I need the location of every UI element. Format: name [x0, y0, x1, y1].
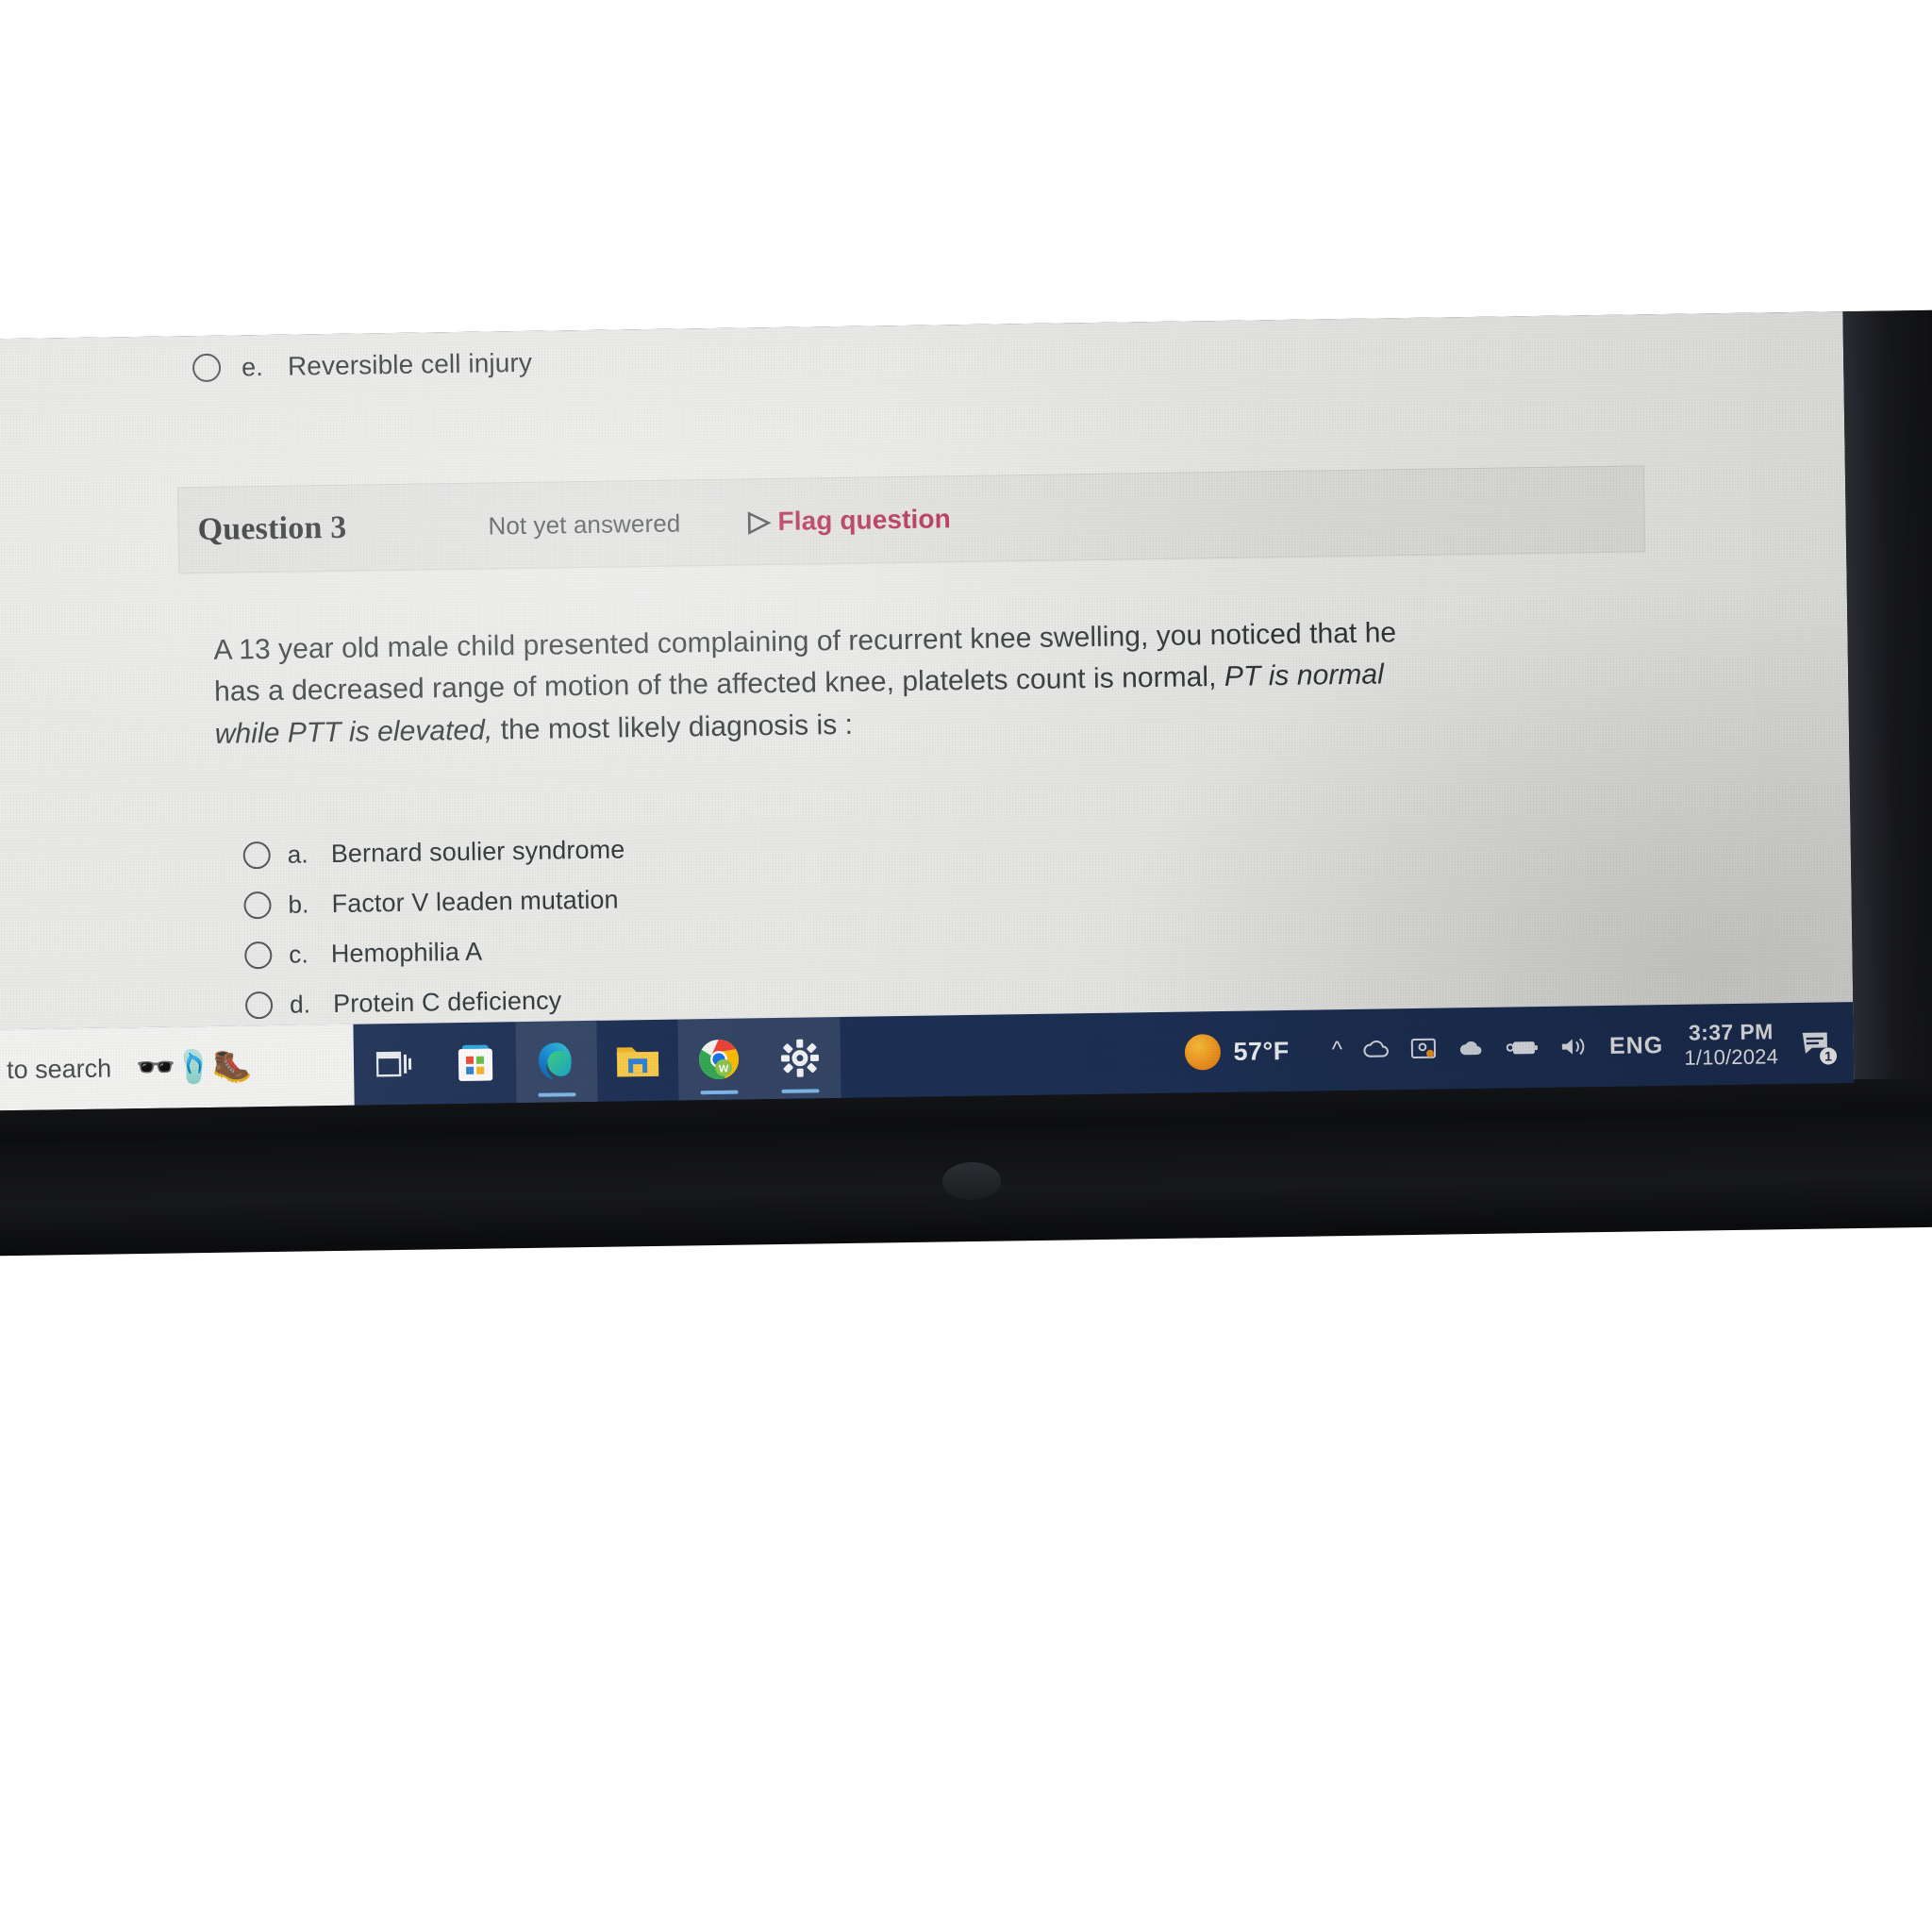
- system-tray: 57°F ^ ENG 3:37 PM 1/10/2024 1: [1184, 1002, 1855, 1093]
- weather-temperature: 57°F: [1233, 1036, 1291, 1066]
- hp-logo: [941, 1161, 1002, 1201]
- option-letter: d.: [289, 990, 311, 1019]
- option-text: Bernard soulier syndrome: [330, 835, 625, 869]
- option-letter: c.: [289, 940, 309, 969]
- radio-unchecked-icon[interactable]: [243, 891, 272, 920]
- question-3-flag-button[interactable]: ▷ Flag question: [748, 504, 951, 537]
- file-explorer-icon: [616, 1047, 659, 1077]
- google-chrome-icon: W: [698, 1039, 740, 1080]
- option-letter: b.: [288, 890, 309, 919]
- taskbar-active-indicator: [781, 1089, 820, 1093]
- radio-unchecked-icon[interactable]: [244, 991, 274, 1020]
- moodle-quiz-page: e. Reversible cell injury Question 3 Not…: [0, 312, 1759, 1057]
- question-3-status: Not yet answered: [488, 508, 681, 541]
- question-3-option-c[interactable]: c. Hemophilia A: [244, 935, 626, 970]
- question-3-text-part3: the most likely diagnosis is :: [492, 708, 854, 746]
- flag-label: Flag question: [777, 504, 952, 536]
- option-letter: a.: [287, 840, 309, 869]
- onedrive-icon[interactable]: [1363, 1039, 1390, 1059]
- option-letter: e.: [241, 352, 264, 381]
- notification-count: 1: [1819, 1047, 1838, 1065]
- taskbar-item-google-chrome[interactable]: W: [677, 1018, 760, 1101]
- option-text: Reversible cell injury: [287, 347, 533, 381]
- taskbar-item-file-explorer[interactable]: [596, 1020, 678, 1102]
- laptop-screen: e. Reversible cell injury Question 3 Not…: [0, 309, 1932, 1170]
- taskbar-active-indicator: [700, 1090, 739, 1095]
- question-3-options: a. Bernard soulier syndrome b. Factor V …: [242, 835, 628, 1041]
- speaker-icon[interactable]: [1559, 1036, 1586, 1057]
- taskbar-item-task-view[interactable]: [353, 1023, 435, 1105]
- task-view-icon: [375, 1051, 412, 1077]
- clock-time: 3:37 PM: [1688, 1018, 1774, 1045]
- photo-frame: e. Reversible cell injury Question 3 Not…: [0, 0, 1932, 1932]
- taskbar-item-settings[interactable]: [758, 1017, 841, 1100]
- lcd-display: e. Reversible cell injury Question 3 Not…: [0, 311, 1855, 1111]
- screen-bezel-right: [1842, 309, 1932, 1142]
- language-indicator[interactable]: ENG: [1609, 1032, 1664, 1060]
- taskbar-item-microsoft-edge[interactable]: [515, 1020, 598, 1104]
- search-placeholder: to search: [6, 1053, 112, 1084]
- screen-snip-icon[interactable]: [1410, 1038, 1437, 1060]
- question-3-header: Question 3 Not yet answered ▷ Flag quest…: [176, 465, 1646, 575]
- previous-question-option-e[interactable]: e. Reversible cell injury: [192, 348, 532, 383]
- svg-text:W: W: [719, 1063, 729, 1074]
- battery-charging-icon[interactable]: [1506, 1038, 1539, 1058]
- taskbar-active-indicator: [538, 1092, 576, 1097]
- taskbar-clock[interactable]: 3:37 PM 1/10/2024: [1684, 1018, 1778, 1071]
- question-3-title: Question 3: [197, 509, 347, 548]
- question-3-option-d[interactable]: d. Protein C deficiency: [244, 985, 627, 1020]
- search-stickers-icon: 🕶️🩴🥾: [135, 1048, 251, 1087]
- gear-icon: [780, 1039, 820, 1077]
- question-3-option-b[interactable]: b. Factor V leaden mutation: [243, 885, 625, 920]
- clock-date: 1/10/2024: [1684, 1043, 1779, 1070]
- option-text: Hemophilia A: [330, 937, 483, 969]
- microsoft-edge-icon: [538, 1042, 572, 1080]
- notification-icon[interactable]: 1: [1791, 1019, 1840, 1067]
- microsoft-store-icon: [458, 1044, 493, 1081]
- sun-icon: [1184, 1034, 1221, 1071]
- chevron-up-icon[interactable]: ^: [1332, 1037, 1343, 1062]
- taskbar-weather-widget[interactable]: 57°F: [1184, 1033, 1290, 1071]
- radio-unchecked-icon[interactable]: [192, 353, 222, 383]
- question-3-option-a[interactable]: a. Bernard soulier syndrome: [242, 835, 625, 870]
- taskbar-item-microsoft-store[interactable]: [434, 1022, 516, 1104]
- option-text: Factor V leaden mutation: [331, 885, 619, 919]
- question-3-text-part1: A 13 year old male child presented compl…: [213, 617, 1397, 708]
- radio-unchecked-icon[interactable]: [242, 841, 271, 870]
- option-text: Protein C deficiency: [332, 986, 562, 1018]
- cloud-icon[interactable]: [1457, 1038, 1486, 1058]
- flag-icon: ▷: [748, 506, 771, 538]
- radio-unchecked-icon[interactable]: [244, 941, 273, 970]
- question-3-text: A 13 year old male child presented compl…: [213, 612, 1427, 756]
- search-input[interactable]: to search 🕶️🩴🥾: [0, 1024, 355, 1111]
